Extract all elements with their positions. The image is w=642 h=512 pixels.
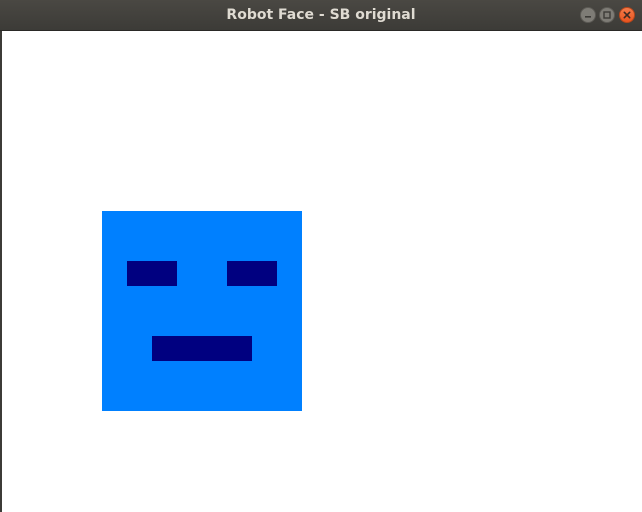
robot-left-eye (127, 261, 177, 286)
robot-mouth (152, 336, 252, 361)
minimize-button[interactable] (580, 7, 596, 23)
robot-face-head (102, 211, 302, 411)
title-bar[interactable]: Robot Face - SB original (0, 0, 642, 31)
app-window: Robot Face - SB original (0, 0, 642, 512)
maximize-button[interactable] (599, 7, 615, 23)
robot-right-eye (227, 261, 277, 286)
minimize-icon (585, 16, 591, 18)
close-button[interactable] (619, 7, 635, 23)
drawing-canvas[interactable] (2, 31, 642, 512)
close-icon (623, 11, 631, 19)
maximize-icon (603, 11, 611, 19)
window-title: Robot Face - SB original (226, 7, 416, 23)
